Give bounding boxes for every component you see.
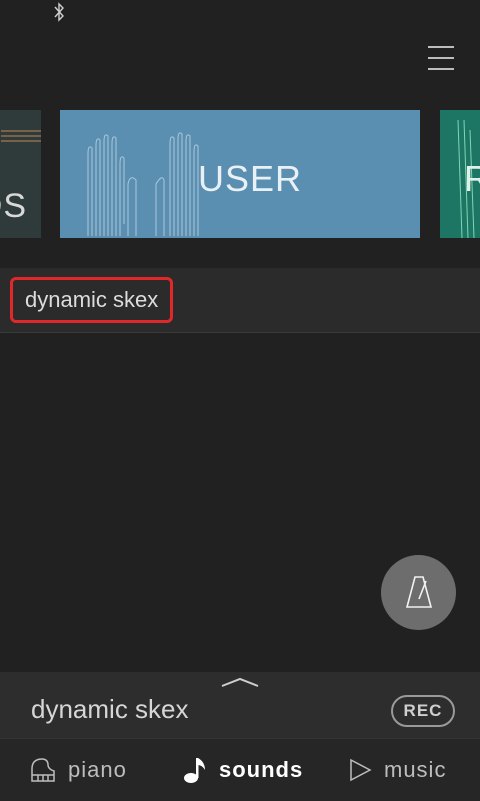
- category-card-prev[interactable]: DS: [0, 110, 41, 238]
- bottom-tab-bar: piano sounds music: [0, 738, 480, 801]
- metronome-button[interactable]: [381, 555, 456, 630]
- category-card-label: DS: [0, 187, 27, 225]
- category-card-next[interactable]: R: [440, 110, 480, 238]
- tab-label: music: [384, 757, 447, 782]
- hamburger-menu-icon-line: [428, 57, 454, 59]
- hands-artwork: [87, 132, 199, 236]
- preset-item-dynamic-skex[interactable]: dynamic skex: [10, 277, 174, 323]
- metronome-icon: [405, 576, 433, 608]
- menu-button[interactable]: [420, 38, 462, 78]
- hamburger-menu-icon-line: [428, 46, 454, 48]
- tab-piano[interactable]: piano: [30, 739, 127, 801]
- play-icon: [350, 758, 372, 782]
- tab-label: sounds: [219, 757, 304, 782]
- now-playing-title: dynamic skex: [31, 694, 189, 724]
- rec-button[interactable]: REC: [391, 695, 455, 727]
- tab-label: piano: [68, 757, 127, 782]
- piano-icon: [31, 758, 55, 782]
- hamburger-menu-icon-line: [428, 68, 454, 70]
- category-card-label: USER: [198, 158, 303, 199]
- mini-player[interactable]: dynamic skex REC: [0, 672, 480, 738]
- chevron-up-icon[interactable]: [220, 676, 260, 688]
- bluetooth-icon: [54, 2, 64, 22]
- tab-sounds[interactable]: sounds: [183, 739, 303, 801]
- category-carousel[interactable]: DS USER R: [0, 100, 480, 248]
- music-note-icon: [184, 758, 205, 783]
- status-bar: [0, 0, 480, 28]
- card-artwork: [1, 130, 41, 142]
- preset-list-row[interactable]: dynamic skex: [0, 268, 480, 333]
- category-card-label: R: [464, 158, 480, 199]
- tab-music[interactable]: music: [348, 739, 446, 801]
- category-card-user[interactable]: USER: [60, 110, 420, 238]
